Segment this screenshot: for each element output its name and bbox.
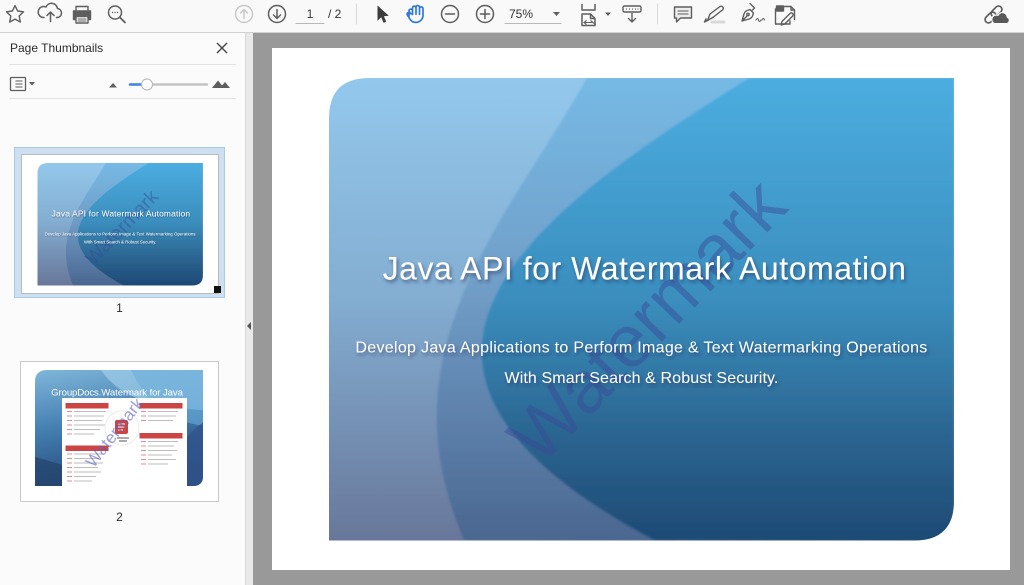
svg-text:GroupDocs.Watermark for Java: GroupDocs.Watermark for Java — [51, 388, 183, 399]
svg-text:1: 1 — [307, 7, 314, 21]
svg-text:/ 2: / 2 — [328, 7, 342, 21]
svg-text:75%: 75% — [509, 7, 533, 21]
